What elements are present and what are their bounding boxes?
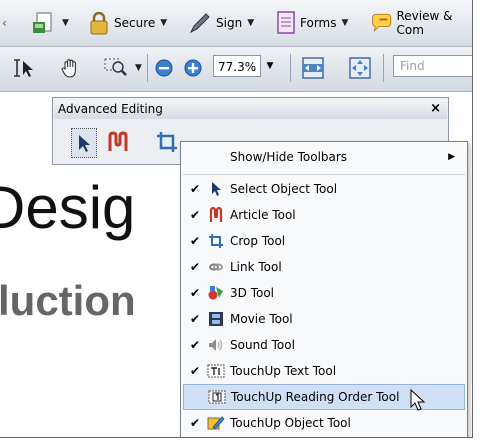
- check-icon: ✔: [189, 338, 201, 352]
- menu-item-article-tool[interactable]: ✔ Article Tool: [183, 202, 465, 228]
- secure-dropdown-arrow[interactable]: ▼: [160, 18, 167, 28]
- scroll-left-handle[interactable]: ‹: [2, 9, 7, 37]
- hand-tool-button[interactable]: [60, 54, 82, 82]
- arrow-icon: [207, 180, 225, 198]
- menu-item-label: TouchUp Reading Order Tool: [231, 390, 400, 404]
- secure-button[interactable]: Secure ▼: [88, 9, 167, 37]
- app-window: ‹ ▼ Secure ▼ Sign ▼ Forms ▼ Review & Com…: [0, 0, 473, 438]
- sign-button[interactable]: Sign ▼: [188, 9, 254, 37]
- mouse-pointer-icon: [410, 389, 426, 411]
- pen-icon: [189, 13, 210, 34]
- crop-icon: [207, 232, 225, 250]
- zoom-in-button[interactable]: [183, 54, 203, 82]
- arrow-icon: [79, 135, 90, 152]
- zoom-level-field[interactable]: 77.3%: [213, 55, 261, 77]
- menu-item-label: Sound Tool: [230, 338, 295, 352]
- advanced-editing-title: Advanced Editing: [58, 102, 163, 116]
- toolbar-divider: [290, 54, 291, 82]
- check-icon: ✔: [189, 416, 201, 430]
- select-tool-button[interactable]: [10, 54, 36, 82]
- menu-item-link-tool[interactable]: ✔ Link Tool: [183, 254, 465, 280]
- review-comment-button[interactable]: Review & Com: [370, 9, 472, 37]
- sound-icon: [207, 336, 225, 354]
- hand-icon: [61, 59, 76, 78]
- advanced-editing-titlebar[interactable]: Advanced Editing ×: [54, 99, 447, 119]
- zoom-in-icon: [184, 59, 202, 77]
- menu-item-label: Link Tool: [230, 260, 282, 274]
- touchup-object-icon: [207, 414, 225, 432]
- fit-page-icon: [349, 57, 371, 79]
- menu-item-touchup-text-tool[interactable]: ✔ TouchUp Text Tool: [183, 358, 465, 384]
- crop-tool-button[interactable]: [155, 128, 179, 156]
- check-icon: ✔: [189, 286, 201, 300]
- task-toolbar: ‹ ▼ Secure ▼ Sign ▼ Forms ▼ Review & Com: [0, 0, 472, 47]
- menu-item-label: Article Tool: [230, 208, 296, 222]
- crop-icon: [157, 132, 177, 152]
- check-icon: ✔: [189, 260, 201, 274]
- menu-item-label: TouchUp Object Tool: [230, 416, 351, 430]
- create-dropdown-arrow[interactable]: ▼: [62, 18, 69, 28]
- text-select-cursor-icon: [14, 59, 33, 77]
- toolbar-divider: [147, 54, 148, 82]
- toolbar-divider: [383, 54, 384, 82]
- forms-icon: [277, 11, 295, 34]
- zoom-level-dropdown[interactable]: ▼: [263, 55, 277, 77]
- link-icon: [207, 258, 225, 276]
- menu-item-label: 3D Tool: [230, 286, 274, 300]
- menu-item-label: Select Object Tool: [230, 182, 338, 196]
- article-tool-button[interactable]: [105, 128, 129, 156]
- check-icon: ✔: [189, 312, 201, 326]
- fit-page-button[interactable]: [348, 54, 372, 82]
- document-heading: Desig: [0, 174, 136, 241]
- forms-label: Forms: [300, 16, 337, 30]
- check-icon: ✔: [189, 234, 201, 248]
- menu-item-label: TouchUp Text Tool: [230, 364, 337, 378]
- 3d-icon: [207, 284, 225, 302]
- check-icon: ✔: [189, 182, 201, 196]
- menu-item-show-hide-toolbars[interactable]: Show/Hide Toolbars ▶: [183, 144, 465, 170]
- review-label: Review & Com: [396, 9, 453, 37]
- check-icon: ✔: [189, 208, 201, 222]
- touchup-text-icon: [207, 362, 225, 380]
- reading-order-icon: [208, 388, 226, 406]
- menu-item-touchup-object-tool[interactable]: ✔ TouchUp Object Tool: [183, 410, 465, 436]
- marquee-zoom-button[interactable]: ▼: [104, 54, 142, 82]
- forms-button[interactable]: Forms ▼: [276, 9, 348, 37]
- document-subheading: luction: [0, 277, 136, 324]
- zoom-out-icon: [155, 59, 173, 77]
- zoom-tool-dropdown-arrow[interactable]: ▼: [135, 63, 142, 73]
- fit-width-button[interactable]: [301, 54, 325, 82]
- menu-item-3d-tool[interactable]: ✔ 3D Tool: [183, 280, 465, 306]
- article-icon: [108, 131, 128, 151]
- fit-width-icon: [302, 57, 324, 79]
- check-icon: ✔: [189, 364, 201, 378]
- menu-item-movie-tool[interactable]: ✔ Movie Tool: [183, 306, 465, 332]
- comment-bubble-icon: [372, 13, 392, 33]
- menu-item-select-object-tool[interactable]: ✔ Select Object Tool: [183, 176, 465, 202]
- find-input[interactable]: Find: [393, 55, 472, 77]
- lock-icon: [90, 11, 108, 35]
- create-button[interactable]: ▼: [31, 9, 69, 37]
- menu-item-label: Movie Tool: [230, 312, 293, 326]
- article-icon: [207, 206, 225, 224]
- menu-separator: [183, 174, 465, 175]
- menu-item-label: Show/Hide Toolbars: [230, 150, 348, 164]
- marquee-zoom-icon: [104, 58, 127, 76]
- close-icon[interactable]: ×: [430, 101, 441, 117]
- select-object-tool-button[interactable]: [71, 128, 97, 158]
- menu-item-sound-tool[interactable]: ✔ Sound Tool: [183, 332, 465, 358]
- submenu-arrow-icon: ▶: [448, 152, 455, 162]
- sign-dropdown-arrow[interactable]: ▼: [247, 18, 254, 28]
- forms-dropdown-arrow[interactable]: ▼: [341, 18, 348, 28]
- movie-icon: [207, 310, 225, 328]
- menu-item-label: Crop Tool: [230, 234, 286, 248]
- zoom-out-button[interactable]: [154, 54, 174, 82]
- secure-label: Secure: [114, 16, 156, 30]
- create-document-icon: [33, 12, 52, 33]
- menu-item-crop-tool[interactable]: ✔ Crop Tool: [183, 228, 465, 254]
- sign-label: Sign: [216, 16, 243, 30]
